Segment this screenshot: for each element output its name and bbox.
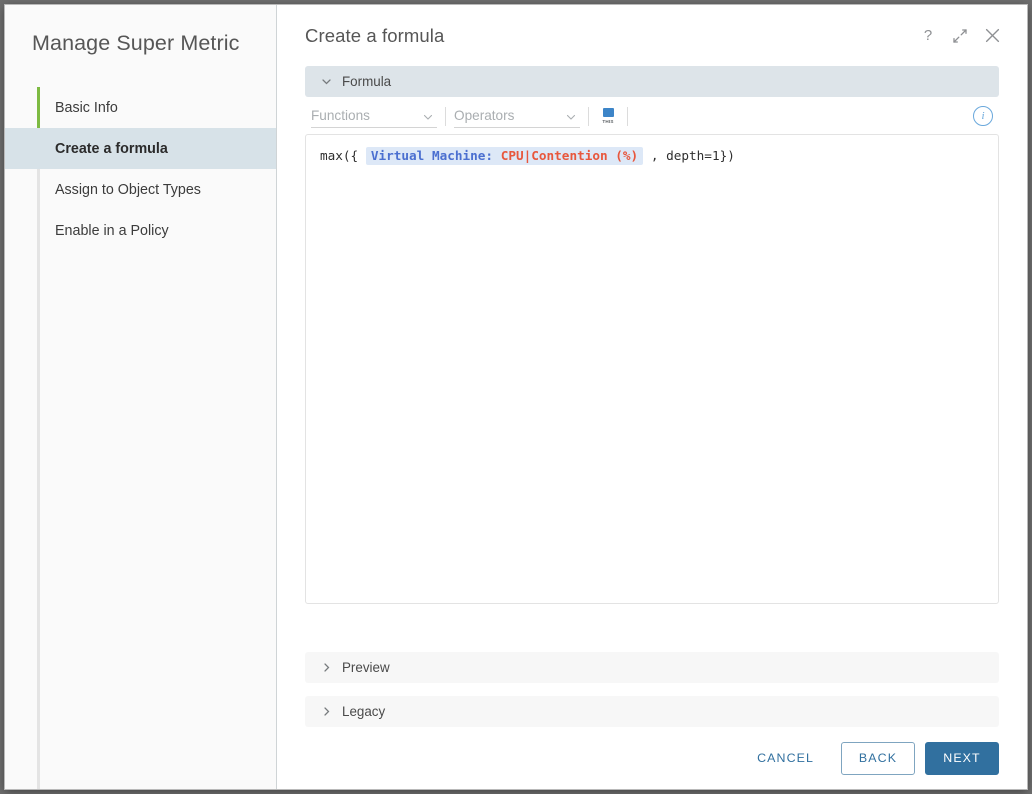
panel-title-formula: Formula — [342, 74, 392, 89]
sidebar-item-assign-to-object-types[interactable]: Assign to Object Types — [5, 169, 276, 210]
step-status-marker — [37, 87, 40, 128]
chevron-down-icon — [565, 110, 577, 122]
page-title: Create a formula — [305, 24, 445, 46]
formula-metric-token[interactable]: Virtual Machine: CPU|Contention (%) — [365, 147, 644, 165]
sidebar-item-enable-in-a-policy[interactable]: Enable in a Policy — [5, 210, 276, 251]
formula-prefix: max({ — [320, 148, 366, 163]
operators-dropdown[interactable]: Operators — [454, 105, 580, 128]
chevron-right-icon — [320, 705, 333, 718]
wizard-sidebar: Manage Super Metric Basic Info Create a … — [5, 5, 277, 789]
step-status-marker — [37, 169, 40, 210]
panel-header-preview[interactable]: Preview — [305, 652, 999, 683]
operators-dropdown-label: Operators — [454, 108, 515, 123]
chevron-down-icon — [422, 110, 434, 122]
chevron-down-icon — [320, 75, 333, 88]
functions-dropdown[interactable]: Functions — [311, 105, 437, 128]
toolbar-divider — [627, 106, 628, 126]
chevron-right-icon — [320, 661, 333, 674]
formula-token-metric: CPU|Contention (%) — [500, 148, 639, 163]
panel-header-legacy[interactable]: Legacy — [305, 696, 999, 727]
sidebar-item-label: Basic Info — [55, 99, 118, 116]
formula-input[interactable]: max({ Virtual Machine: CPU|Contention (%… — [305, 134, 999, 604]
content-body: Formula Functions Operators THIS i max({… — [277, 66, 1027, 727]
step-status-marker — [37, 210, 40, 251]
this-object-icon-glyph — [602, 108, 614, 118]
step-status-marker — [37, 128, 40, 169]
sidebar-item-create-a-formula[interactable]: Create a formula — [5, 128, 276, 169]
formula-toolbar: Functions Operators THIS i — [305, 98, 999, 134]
functions-dropdown-label: Functions — [311, 108, 370, 123]
this-object-icon[interactable]: THIS — [597, 104, 619, 128]
info-icon[interactable]: i — [973, 106, 993, 126]
sidebar-item-basic-info[interactable]: Basic Info — [5, 87, 276, 128]
help-icon-glyph: ? — [923, 27, 933, 44]
cancel-button[interactable]: CANCEL — [740, 742, 831, 775]
toolbar-divider — [588, 106, 589, 126]
maximize-icon[interactable] — [947, 23, 973, 49]
close-icon[interactable] — [979, 23, 1005, 49]
formula-token-object: Virtual Machine: — [370, 148, 501, 163]
info-icon-glyph: i — [981, 110, 985, 122]
help-icon[interactable]: ? — [915, 23, 941, 49]
this-object-icon-label: THIS — [602, 118, 614, 124]
manage-super-metric-dialog: Manage Super Metric Basic Info Create a … — [5, 5, 1027, 789]
panel-header-formula[interactable]: Formula — [305, 66, 999, 97]
sidebar-item-label: Enable in a Policy — [55, 222, 169, 239]
wizard-step-list: Basic Info Create a formula Assign to Ob… — [5, 87, 276, 789]
back-button[interactable]: BACK — [841, 741, 915, 775]
formula-suffix: , depth=1}) — [643, 148, 735, 163]
panel-title-legacy: Legacy — [342, 704, 386, 719]
dialog-footer: CANCEL BACK NEXT — [277, 727, 1027, 789]
panel-title-preview: Preview — [342, 660, 390, 675]
sidebar-item-label: Assign to Object Types — [55, 181, 201, 198]
next-button[interactable]: NEXT — [925, 741, 999, 775]
content-header: Create a formula ? — [277, 5, 1027, 66]
toolbar-divider — [445, 106, 446, 126]
sidebar-item-label: Create a formula — [55, 140, 168, 157]
content-panel: Create a formula ? Formula Functions Ope… — [277, 5, 1027, 789]
dialog-title: Manage Super Metric — [32, 31, 240, 55]
